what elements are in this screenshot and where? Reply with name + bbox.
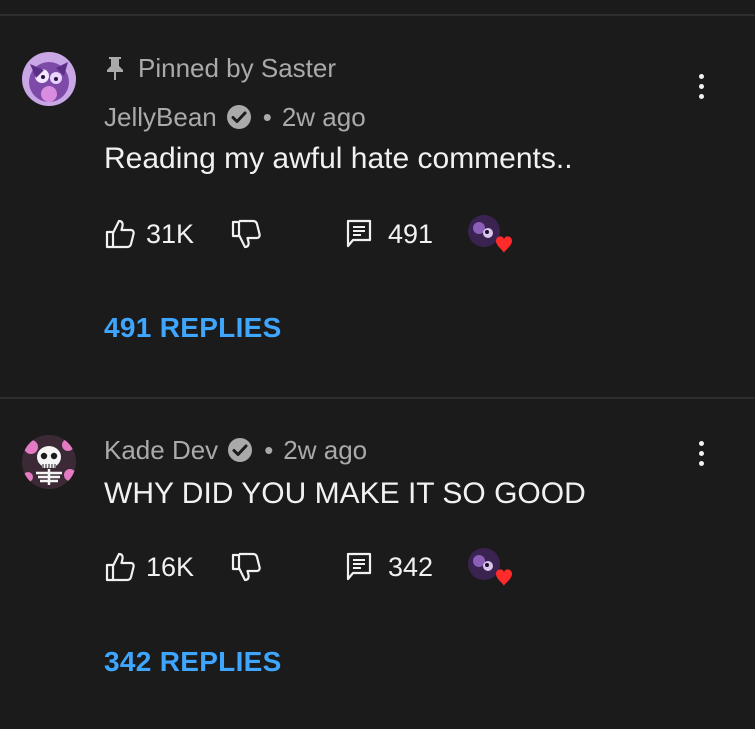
reply-button[interactable]: 491 <box>346 214 433 254</box>
comment-actions: 16K 342 <box>104 547 544 587</box>
reply-button[interactable]: 342 <box>346 547 433 587</box>
creator-heart <box>466 547 514 587</box>
like-count: 16K <box>146 551 195 582</box>
thumbs-down-icon <box>230 218 262 250</box>
thumbs-up-icon <box>104 218 136 250</box>
thumbs-up-icon <box>104 551 136 583</box>
reply-count: 342 <box>388 551 434 582</box>
comment-icon <box>346 219 372 249</box>
more-options-button[interactable] <box>688 66 714 106</box>
author-name[interactable]: JellyBean <box>104 102 217 133</box>
comment-actions: 31K 491 <box>104 214 544 254</box>
like-button[interactable]: 16K <box>104 547 194 587</box>
pinned-label: Pinned by Saster <box>138 52 337 83</box>
comment-icon <box>346 552 372 582</box>
pinned-indicator: Pinned by Saster <box>104 52 336 84</box>
timestamp[interactable]: 2w ago <box>283 435 367 466</box>
more-vertical-icon-dot <box>698 83 704 89</box>
more-vertical-icon-dot <box>698 460 704 466</box>
separator-dot: • <box>264 434 274 465</box>
more-vertical-icon-dot <box>698 450 704 456</box>
reply-count: 491 <box>388 218 434 249</box>
timestamp[interactable]: 2w ago <box>282 102 366 133</box>
comment-meta: JellyBean • 2w ago <box>104 100 366 134</box>
verified-check-icon <box>225 103 253 131</box>
author-name[interactable]: Kade Dev <box>104 435 218 466</box>
more-options-button[interactable] <box>688 433 714 473</box>
view-replies-link[interactable]: 342 REPLIES <box>104 646 282 678</box>
creator-heart <box>466 214 514 254</box>
more-vertical-icon-dot <box>698 93 704 99</box>
comment-meta: Kade Dev • 2w ago <box>104 433 367 467</box>
more-vertical-icon <box>698 440 704 446</box>
comment-thread: Pinned by Saster JellyBean • 2w ago Read… <box>0 16 755 397</box>
dislike-button[interactable] <box>230 547 262 587</box>
avatar[interactable] <box>22 52 76 106</box>
comment-text: WHY DID YOU MAKE IT SO GOOD <box>104 477 586 510</box>
thumbs-down-icon <box>230 551 262 583</box>
avatar[interactable] <box>22 435 76 489</box>
creator-heart-icon <box>466 213 514 255</box>
dislike-button[interactable] <box>230 214 262 254</box>
like-count: 31K <box>146 218 195 249</box>
separator-dot: • <box>262 101 272 132</box>
verified-check-icon <box>226 436 254 464</box>
more-vertical-icon <box>698 73 704 79</box>
creator-heart-icon <box>466 546 514 588</box>
comment-text: Reading my awful hate comments.. <box>104 142 573 175</box>
comment-thread: Kade Dev • 2w ago WHY DID YOU MAKE IT SO… <box>0 399 755 729</box>
pin-icon <box>104 55 126 81</box>
view-replies-link[interactable]: 491 REPLIES <box>104 312 282 344</box>
like-button[interactable]: 31K <box>104 214 194 254</box>
